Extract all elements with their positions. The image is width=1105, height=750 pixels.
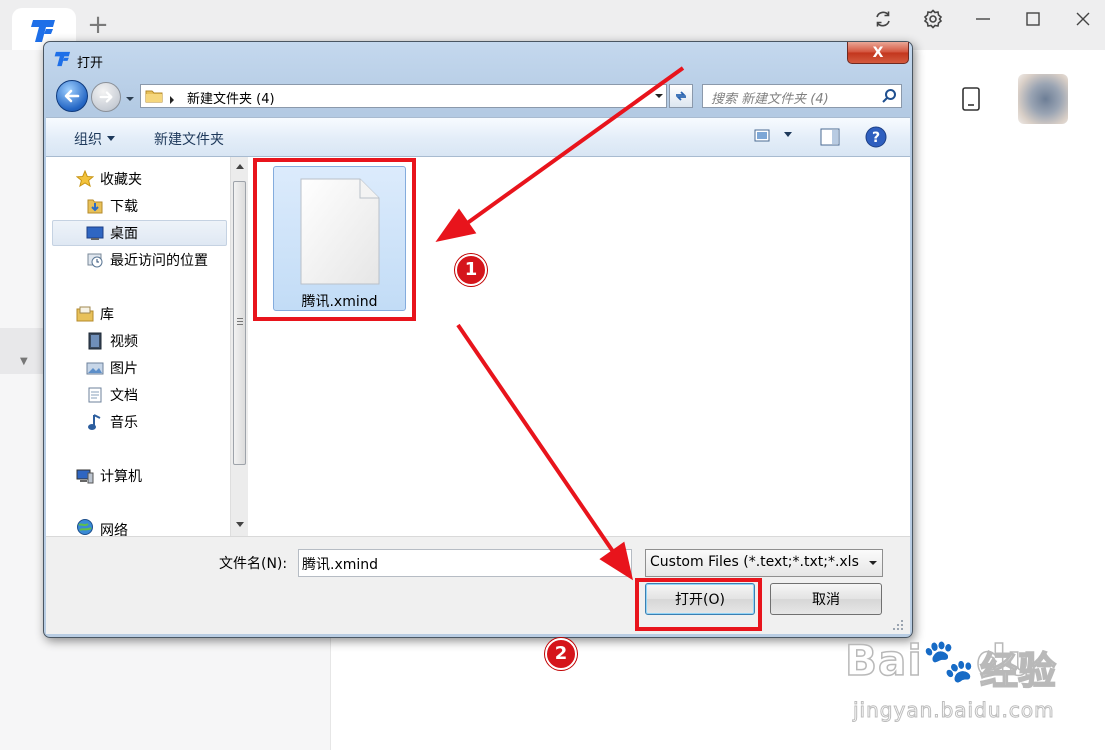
- new-folder-label: 新建文件夹: [154, 132, 224, 148]
- refresh-button[interactable]: [669, 84, 693, 108]
- close-window-icon[interactable]: [1070, 6, 1096, 32]
- dialog-bottom-panel: 文件名(N): 腾讯.xmind Custom Files (*.text;*.…: [46, 536, 910, 634]
- dialog-close-button[interactable]: X: [847, 42, 909, 64]
- dialog-app-icon: [54, 50, 72, 68]
- tablet-icon[interactable]: [960, 86, 982, 116]
- user-avatar[interactable]: [1018, 74, 1068, 124]
- nav-item-label: 计算机: [100, 469, 142, 485]
- computer-icon: [76, 467, 94, 485]
- nav-item-recent-places[interactable]: 最近访问的位置: [86, 249, 208, 271]
- nav-item-computer[interactable]: 计算机: [76, 465, 142, 487]
- nav-item-label: 网络: [100, 523, 128, 536]
- nav-item-documents[interactable]: 文档: [86, 384, 138, 406]
- breadcrumb-separator-icon[interactable]: [169, 92, 175, 104]
- videos-icon: [86, 332, 104, 350]
- nav-item-label: 收藏夹: [100, 172, 142, 188]
- nav-item-videos[interactable]: 视频: [86, 330, 138, 352]
- pictures-icon: [86, 359, 104, 377]
- navigation-pane: 收藏夹 下载 桌面 最近访问的位置 库 视频 图片 文档 音乐 计算机 网络: [46, 157, 248, 536]
- dialog-content: 收藏夹 下载 桌面 最近访问的位置 库 视频 图片 文档 音乐 计算机 网络 腾…: [46, 157, 910, 536]
- file-type-dropdown-icon[interactable]: [863, 550, 882, 576]
- annotation-step-badge-1: 1: [455, 254, 487, 286]
- sync-icon[interactable]: [870, 6, 896, 32]
- dialog-title: 打开: [77, 56, 104, 71]
- organize-button[interactable]: 组织: [74, 129, 115, 149]
- search-icon[interactable]: [881, 88, 897, 108]
- nav-item-label: 视频: [110, 334, 138, 350]
- cancel-button[interactable]: 取消: [770, 583, 882, 615]
- address-bar[interactable]: 新建文件夹 (4): [140, 84, 667, 108]
- annotation-step-badge-2: 2: [545, 638, 577, 670]
- preview-pane-icon[interactable]: [820, 128, 840, 146]
- filename-input[interactable]: 腾讯.xmind: [298, 549, 632, 577]
- nav-item-downloads[interactable]: 下载: [86, 195, 138, 217]
- nav-item-music[interactable]: 音乐: [86, 411, 138, 433]
- nav-item-pictures[interactable]: 图片: [86, 357, 138, 379]
- scrollbar-thumb[interactable]: [233, 181, 246, 465]
- desktop-icon: [86, 224, 104, 242]
- file-type-select[interactable]: Custom Files (*.text;*.txt;*.xls: [645, 549, 883, 577]
- nav-item-libraries[interactable]: 库: [76, 303, 114, 325]
- nav-item-label: 音乐: [110, 415, 138, 431]
- search-placeholder: 搜索 新建文件夹 (4): [711, 92, 829, 107]
- nav-item-favorites[interactable]: 收藏夹: [76, 168, 142, 190]
- scroll-down-arrow-icon[interactable]: [231, 515, 248, 533]
- nav-item-label: 文档: [110, 388, 138, 404]
- scroll-up-arrow-icon[interactable]: [231, 157, 248, 175]
- new-tab-button[interactable]: +: [86, 12, 110, 38]
- watermark-url: jingyan.baidu.com: [853, 698, 1055, 723]
- organize-label: 组织: [74, 132, 102, 148]
- recent-places-icon: [86, 251, 104, 269]
- forward-button[interactable]: [91, 82, 121, 112]
- filename-dropdown-icon[interactable]: [612, 550, 631, 576]
- nav-selection-highlight: [52, 220, 227, 246]
- scrollbar-grip-icon: [237, 318, 243, 325]
- nav-pane-scrollbar[interactable]: [230, 157, 248, 536]
- sidebar-caret-down-icon[interactable]: ▼: [20, 356, 28, 367]
- resize-grip-icon[interactable]: [890, 617, 904, 631]
- paw-icon: 🐾: [922, 635, 977, 686]
- star-icon: [76, 170, 94, 188]
- nav-item-label: 最近访问的位置: [110, 253, 208, 269]
- watermark-brand-part1: Bai: [844, 635, 923, 686]
- music-icon: [86, 413, 104, 431]
- minimize-icon[interactable]: [970, 6, 996, 32]
- nav-item-label: 图片: [110, 361, 138, 377]
- view-dropdown-icon[interactable]: [784, 132, 792, 138]
- recent-locations-chevron-icon[interactable]: [124, 92, 136, 102]
- libraries-icon: [76, 305, 94, 323]
- nav-item-desktop[interactable]: 桌面: [86, 222, 138, 244]
- svg-text:?: ?: [872, 130, 880, 146]
- folder-icon: [145, 89, 163, 103]
- view-options-icon[interactable]: [754, 128, 774, 144]
- settings-gear-icon[interactable]: [920, 6, 946, 32]
- nav-item-label: 库: [100, 307, 114, 323]
- address-dropdown-icon[interactable]: [651, 85, 666, 107]
- downloads-folder-icon: [86, 197, 104, 215]
- nav-item-network[interactable]: 网络: [76, 518, 128, 536]
- baidu-jingyan-watermark: Bai🐾du 经验 jingyan.baidu.com: [844, 635, 1075, 736]
- nav-item-label: 下载: [110, 199, 138, 215]
- annotation-highlight-open-button: [635, 578, 762, 631]
- watermark-brand-cn: 经验: [979, 648, 1057, 694]
- breadcrumb-current-folder[interactable]: 新建文件夹 (4): [187, 88, 275, 107]
- new-folder-button[interactable]: 新建文件夹: [154, 129, 224, 149]
- documents-icon: [86, 386, 104, 404]
- search-input[interactable]: 搜索 新建文件夹 (4): [702, 84, 902, 108]
- annotation-highlight-file: [253, 158, 416, 321]
- network-icon: [76, 518, 94, 536]
- command-toolbar: 组织 新建文件夹 ?: [46, 117, 910, 157]
- maximize-icon[interactable]: [1020, 6, 1046, 32]
- organize-dropdown-icon: [107, 136, 115, 141]
- help-icon[interactable]: ?: [865, 126, 887, 148]
- filename-label: 文件名(N):: [219, 556, 288, 572]
- back-button[interactable]: [56, 80, 88, 112]
- nav-item-label: 桌面: [110, 226, 138, 242]
- open-file-dialog: 打开 X 新建文件夹 (4) 搜索 新建文件夹 (4) 组织 新建文件夹 ? 收…: [43, 41, 913, 638]
